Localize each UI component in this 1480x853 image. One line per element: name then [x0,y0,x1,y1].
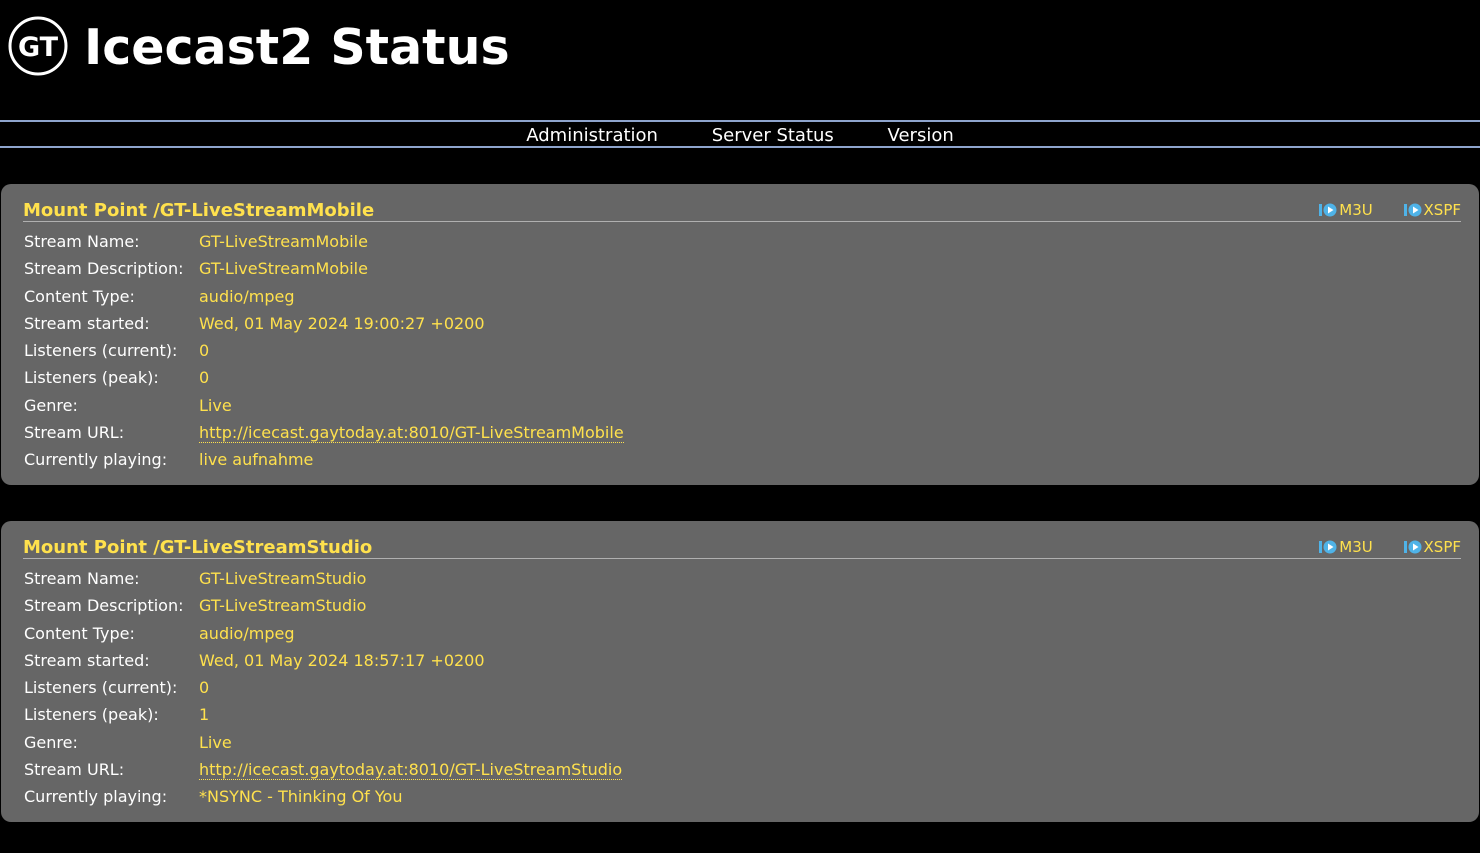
table-row: Stream URL: http://icecast.gaytoday.at:80… [24,419,624,446]
mount-panel: Mount Point /GT-LiveStreamMobile M3U XSP… [1,184,1479,485]
divider [23,221,1461,222]
playlist-links: M3U XSPF [1293,538,1461,556]
main-nav: Administration Server Status Version [0,120,1480,148]
field-value: Live [199,732,232,752]
field-label: Content Type: [24,286,135,306]
field-value: 1 [199,705,210,725]
xspf-link[interactable]: XSPF [1403,201,1461,219]
field-value: Wed, 01 May 2024 19:00:27 +0200 [199,313,485,333]
stream-info-table: Stream Name: GT-LiveStreamStudio Stream D… [24,565,623,811]
field-value: GT-LiveStreamMobile [199,259,368,279]
field-label: Content Type: [24,623,135,643]
table-row: Genre: Live [24,392,624,419]
mount-title: Mount Point /GT-LiveStreamStudio [23,537,373,558]
field-value: GT-LiveStreamStudio [199,569,367,588]
field-label: Stream started: [24,313,150,333]
field-value: live aufnahme [199,450,314,470]
field-label: Stream started: [24,650,150,670]
table-row: Currently playing: live aufnahme [24,446,624,473]
field-value: 0 [199,368,210,388]
xspf-link[interactable]: XSPF [1403,538,1461,556]
m3u-link[interactable]: M3U [1319,201,1373,219]
play-icon [1403,203,1422,217]
field-value: *NSYNC - Thinking Of You [199,787,403,807]
table-row: Listeners (peak): 0 [24,364,624,391]
field-value: Wed, 01 May 2024 18:57:17 +0200 [199,650,485,670]
play-icon [1403,540,1422,554]
field-value: audio/mpeg [199,286,295,306]
field-label: Currently playing: [24,450,168,470]
table-row: Stream started: Wed, 01 May 2024 19:00:27… [24,310,624,337]
field-label: Listeners (peak): [24,368,159,388]
field-label: Stream Name: [24,569,140,588]
xspf-label: XSPF [1423,201,1461,219]
table-row: Stream Name: GT-LiveStreamMobile [24,228,624,255]
stream-info-table: Stream Name: GT-LiveStreamMobile Stream D… [24,228,624,474]
field-value: 0 [199,341,210,361]
table-row: Stream URL: http://icecast.gaytoday.at:80… [24,756,623,783]
field-label: Stream Description: [24,259,184,279]
page-header: GT Icecast2 Status [0,0,1480,100]
field-value: GT-LiveStreamMobile [199,232,368,251]
table-row: Genre: Live [24,729,622,756]
field-label: Stream Name: [24,232,140,251]
field-value: Live [199,395,232,415]
field-value: 0 [199,678,210,698]
table-row: Content Type: audio/mpeg [24,620,622,647]
table-row: Stream Description: GT-LiveStreamMobile [24,255,624,282]
field-value: audio/mpeg [199,623,295,643]
table-row: Content Type: audio/mpeg [24,283,624,310]
mount-panel: Mount Point /GT-LiveStreamStudio M3U XSP… [1,521,1479,822]
field-label: Currently playing: [24,787,168,807]
table-row: Currently playing: *NSYNC - Thinking Of Y… [24,783,622,810]
stream-url-link[interactable]: http://icecast.gaytoday.at:8010/GT-LiveS… [199,760,623,781]
field-label: Genre: [24,732,78,752]
field-label: Listeners (current): [24,678,178,698]
gt-logo-icon: GT [8,16,68,76]
nav-version[interactable]: Version [888,124,954,148]
playlist-links: M3U XSPF [1293,201,1461,219]
table-row: Stream Name: GT-LiveStreamStudio [24,565,622,592]
field-value: GT-LiveStreamStudio [199,596,367,616]
field-label: Listeners (current): [24,341,178,361]
field-label: Stream Description: [24,596,184,616]
table-row: Stream Description: GT-LiveStreamStudio [24,592,622,619]
m3u-link[interactable]: M3U [1319,538,1373,556]
m3u-label: M3U [1339,201,1373,219]
table-row: Stream started: Wed, 01 May 2024 18:57:17… [24,647,622,674]
stream-url-link[interactable]: http://icecast.gaytoday.at:8010/GT-LiveS… [199,423,624,444]
nav-administration[interactable]: Administration [526,124,658,148]
field-label: Genre: [24,395,78,415]
m3u-label: M3U [1339,538,1373,556]
field-label: Stream URL: [24,760,125,780]
table-row: Listeners (peak): 1 [24,701,622,728]
play-icon [1319,540,1337,554]
nav-server-status[interactable]: Server Status [712,124,834,148]
page-title: Icecast2 Status [84,19,510,76]
logo-text: GT [18,32,59,63]
mount-title: Mount Point /GT-LiveStreamMobile [23,200,375,221]
table-row: Listeners (current): 0 [24,674,622,701]
xspf-label: XSPF [1423,538,1461,556]
field-label: Listeners (peak): [24,705,159,725]
divider [23,558,1461,559]
field-label: Stream URL: [24,423,125,443]
play-icon [1319,203,1337,217]
table-row: Listeners (current): 0 [24,337,624,364]
